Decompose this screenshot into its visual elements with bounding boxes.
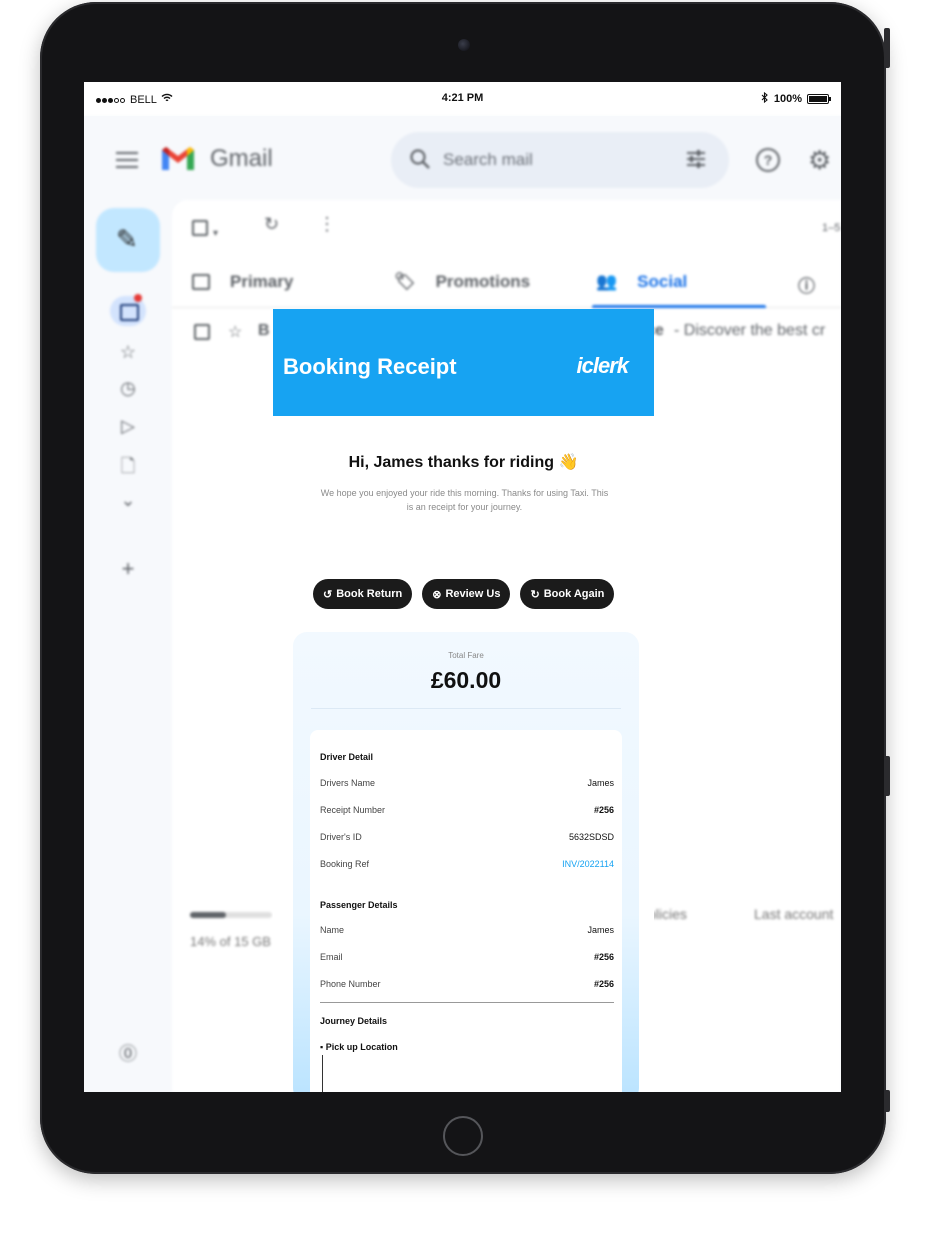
pickup-dot-icon: ▪ bbox=[320, 1042, 324, 1052]
driver-row-receipt: Receipt Number #256 bbox=[320, 805, 614, 815]
booking-receipt-email: Booking Receipt iclerk Hi, James thanks … bbox=[273, 309, 654, 1092]
more-options-icon[interactable]: ⋮ bbox=[318, 214, 336, 235]
undo-icon: ↺ bbox=[323, 588, 333, 601]
battery-percent: 100% bbox=[773, 93, 802, 105]
snoozed-icon[interactable]: ◷ bbox=[111, 378, 145, 399]
pencil-icon: ✎ bbox=[116, 224, 138, 254]
star-icon[interactable]: ☆ bbox=[228, 322, 242, 342]
passenger-section-title: Passenger Details bbox=[320, 900, 398, 910]
search-icon[interactable] bbox=[409, 148, 431, 170]
total-fare-amount: £60.00 bbox=[430, 667, 502, 693]
storage-text: 14% of 15 GB bbox=[190, 934, 271, 949]
receipt-title: Booking Receipt bbox=[283, 354, 457, 379]
active-tab-indicator bbox=[592, 305, 766, 308]
category-tabs: Primary 🏷 Promotions 👥 Social ⓘ bbox=[172, 262, 841, 308]
iclerk-logo: iclerk bbox=[576, 353, 629, 378]
greeting: Hi, James thanks for riding 👋 bbox=[348, 454, 579, 471]
tab-social[interactable]: 👥 Social bbox=[596, 272, 687, 292]
passenger-row-phone: Phone Number #256 bbox=[320, 979, 614, 989]
driver-row-name: Drivers Name James bbox=[320, 778, 614, 788]
add-label-icon[interactable]: + bbox=[111, 556, 145, 582]
last-account-activity: Last account bbox=[754, 906, 834, 922]
battery-icon bbox=[807, 94, 831, 104]
search-options-icon[interactable] bbox=[685, 149, 707, 169]
search-input[interactable]: Search mail bbox=[443, 150, 533, 170]
side-button bbox=[884, 756, 890, 796]
action-buttons: ↺ Book Return ⊗ Review Us ↻ Book Again bbox=[313, 579, 615, 609]
select-all-checkbox[interactable]: ▾ bbox=[192, 220, 218, 241]
refresh-icon[interactable]: ↻ bbox=[264, 214, 279, 235]
sent-icon[interactable]: ▷ bbox=[111, 416, 145, 437]
inbox-tab-icon bbox=[192, 274, 210, 290]
people-icon: 👥 bbox=[596, 272, 618, 291]
driver-row-booking-ref: Booking Ref INV/2022114 bbox=[320, 859, 614, 869]
tag-icon: 🏷 bbox=[394, 272, 416, 291]
booking-ref-link[interactable]: INV/2022114 bbox=[562, 859, 614, 869]
home-button[interactable] bbox=[443, 1116, 483, 1156]
book-again-button[interactable]: ↻ Book Again bbox=[520, 579, 615, 609]
help-icon[interactable]: ? bbox=[756, 148, 780, 172]
mail-nav-icon[interactable] bbox=[110, 294, 146, 326]
fare-divider bbox=[311, 708, 621, 709]
driver-section-title: Driver Detail bbox=[320, 752, 374, 762]
details-panel: Driver Detail Drivers Name James Receipt … bbox=[310, 730, 622, 1092]
row-checkbox[interactable] bbox=[194, 324, 210, 340]
more-chevron-icon[interactable]: ⌄ bbox=[111, 490, 145, 511]
search-bar[interactable]: Search mail bbox=[391, 132, 729, 188]
drafts-icon[interactable]: 🗋 bbox=[111, 454, 145, 484]
menu-icon[interactable] bbox=[116, 152, 138, 168]
wave-icon: 👋 bbox=[558, 454, 579, 471]
driver-row-id: Driver's ID 5632SDSD bbox=[320, 832, 614, 842]
starred-icon[interactable]: ☆ bbox=[111, 342, 145, 363]
status-time: 4:21 PM bbox=[441, 92, 484, 104]
gmail-wordmark: Gmail bbox=[210, 145, 273, 172]
passenger-row-name: Name James bbox=[320, 925, 614, 935]
compose-button[interactable]: ✎ bbox=[96, 208, 160, 272]
passenger-row-email: Email #256 bbox=[320, 952, 614, 962]
star-circle-icon: ⊗ bbox=[432, 588, 442, 601]
storage-meter: 14% of 15 GB bbox=[190, 912, 272, 949]
intro-text: We hope you enjoyed your ride this morni… bbox=[320, 488, 609, 512]
settings-gear-icon[interactable]: ⚙ bbox=[808, 147, 831, 173]
review-us-button[interactable]: ⊗ Review Us bbox=[422, 579, 511, 609]
side-button-lower bbox=[884, 1090, 890, 1112]
book-return-button[interactable]: ↺ Book Return bbox=[313, 579, 413, 609]
bluetooth-icon bbox=[761, 91, 769, 106]
tablet-screen: BELL 4:21 PM 100% Gmail Search mail ? ⚙ … bbox=[84, 82, 841, 1092]
gmail-topbar: Gmail Search mail ? ⚙ bbox=[84, 116, 841, 200]
info-icon[interactable]: ⓘ bbox=[798, 272, 815, 297]
row-sender: B bbox=[258, 322, 270, 339]
journey-section-title: Journey Details bbox=[320, 1016, 388, 1026]
route-line bbox=[322, 1055, 323, 1092]
journey-divider bbox=[320, 1002, 614, 1003]
fare-card: Total Fare £60.00 Driver Detail Drivers … bbox=[293, 632, 639, 1092]
upgrade-icon[interactable]: ⓪ bbox=[111, 1040, 145, 1066]
tab-primary[interactable]: Primary bbox=[192, 272, 293, 292]
tab-promotions[interactable]: 🏷 Promotions bbox=[394, 272, 530, 292]
pickup-location-label: ▪ Pick up Location bbox=[320, 1042, 398, 1052]
storage-bar bbox=[190, 912, 272, 918]
receipt-header: Booking Receipt iclerk bbox=[273, 309, 654, 416]
volume-button bbox=[884, 28, 890, 68]
pagination-hint: 1–5 bbox=[822, 222, 841, 234]
front-camera bbox=[458, 39, 470, 51]
status-bar: BELL 4:21 PM 100% bbox=[84, 82, 841, 116]
gmail-logo-icon bbox=[162, 147, 194, 170]
row-snippet: - Discover the best cr bbox=[674, 322, 826, 339]
total-fare-label: Total Fare bbox=[448, 651, 484, 660]
refresh-icon: ↻ bbox=[530, 588, 540, 601]
